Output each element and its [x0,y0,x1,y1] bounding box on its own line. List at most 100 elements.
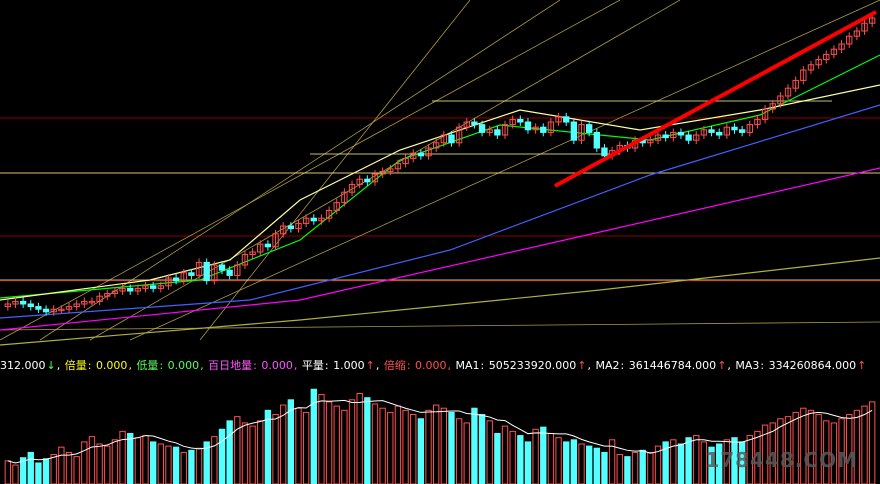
candle-body [203,261,210,282]
volume-bar [280,404,287,484]
volume-bar [517,435,524,484]
volume-bar [287,399,295,484]
volume-bar [142,435,149,484]
volume-bar [379,407,386,484]
volume-bar [73,456,80,484]
pingliang-label: 平量 [301,359,324,372]
ma1-arrow: ↑ [577,359,587,372]
candle-body [731,126,738,131]
volume-bar [50,454,57,484]
candle-body [226,269,233,276]
volume-bar [371,403,379,484]
bairi-label: 百日地量 [208,359,253,372]
volume-bar [157,443,164,484]
volume-bar [81,441,88,484]
volume-bar [249,425,256,484]
candle-body [127,287,134,292]
candle-body [417,152,425,157]
candle-body [364,178,371,183]
volume-bar [410,414,417,484]
stock-chart-screen: 312.000↓, 倍量: 0.000, 低量: 0.000, 百日地量: 0.… [0,0,880,484]
volume-bar [12,464,19,484]
candle-body [716,131,723,136]
volume-bar [272,414,279,484]
volume-bar [417,418,425,484]
ma2-value: 361446784.000 [628,359,717,372]
volume-bar [578,443,585,484]
volume-bar [241,422,249,484]
gann-fan-line [39,0,561,341]
candle-body [287,225,295,230]
volume-bar [188,449,195,484]
prev-value: 312.000 [0,359,46,372]
diliang-value: 0.000 [167,359,200,372]
volume-bar [180,451,187,484]
watermark-text: 178448.COM [705,448,858,472]
pingliang-value: 1.000 [333,359,365,372]
volume-bar [325,401,333,484]
separator: , [587,359,591,372]
gann-fan-line [199,0,471,341]
volume-bar [624,456,631,484]
volume-bar [35,462,42,484]
volume-bar [302,411,310,484]
gann-fan-line [0,321,880,331]
volume-bar [104,445,111,484]
ma1-value: 505233920.000 [488,359,577,372]
volume-bar [540,426,547,484]
volume-bar [494,432,501,484]
candle-body [563,116,570,123]
volume-bar [348,399,356,484]
volume-bar [478,414,486,484]
gann-fan-line [129,0,880,341]
volume-bar [800,407,807,484]
volume-bar [570,439,578,484]
volume-bar [172,446,180,484]
volume-bar [463,422,470,484]
diliang-label: 低量 [136,359,159,372]
volume-bar [868,401,876,484]
volume-bar [96,443,103,484]
volume-bar [563,441,570,484]
colon: : [620,359,625,372]
separator: , [727,359,731,372]
candle-body [738,129,746,133]
volume-bar [631,451,639,484]
volume-bar [4,460,12,484]
volume-bar [501,425,509,484]
colon: : [324,359,329,372]
volume-bar [387,411,394,484]
separator: , [200,359,204,372]
volume-bar [111,439,119,484]
volume-bar [195,447,203,484]
candle-body [19,300,27,305]
price-candlestick-chart[interactable] [0,0,880,356]
gann-fan-line [0,0,621,341]
ma3-label: MA3 [735,359,760,372]
ma2-label: MA2 [595,359,620,372]
indicator-readout-bar: 312.000↓, 倍量: 0.000, 低量: 0.000, 百日地量: 0.… [0,358,880,374]
candle-body [708,129,715,133]
volume-bar [585,445,593,484]
volume-bar [547,432,555,484]
candle-body [593,131,600,149]
volume-bar [234,416,241,484]
volume-bar [394,405,402,484]
colon: : [87,359,92,372]
candle-body [218,264,226,271]
volume-bar [333,405,340,484]
colon: : [253,359,257,372]
volume-bar [448,411,455,484]
candle-body [471,121,478,126]
candle-body [517,118,524,123]
candle-body [494,129,501,136]
volume-bar [27,451,34,484]
beisuo-label: 倍缩 [383,359,406,372]
volume-bar [127,432,134,484]
colon: : [480,359,485,372]
candle-body [448,134,455,144]
candle-body [264,243,272,248]
ma-long-olive-line [0,257,880,346]
volume-bar [440,407,448,484]
candle-body [27,303,34,308]
